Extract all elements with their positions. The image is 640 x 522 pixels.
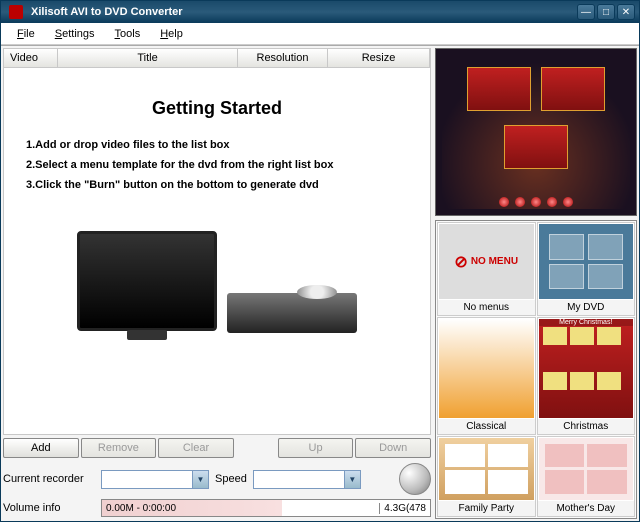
instruction-1: 1.Add or drop video files to the list bo… (26, 139, 408, 151)
remove-button: Remove (81, 438, 157, 458)
template-classical[interactable]: Classical (437, 317, 536, 434)
template-list: NO MENU No menus My DVD Classical Christ… (435, 220, 637, 519)
speed-label: Speed (215, 473, 247, 485)
volume-label: Volume info (3, 502, 95, 514)
preview-thumb (504, 125, 568, 169)
chevron-down-icon: ▼ (344, 471, 360, 488)
instruction-2: 2.Select a menu template for the dvd fro… (26, 159, 408, 171)
preview-pause-icon[interactable] (531, 197, 541, 207)
up-button: Up (278, 438, 354, 458)
chevron-down-icon: ▼ (192, 471, 208, 488)
col-resolution[interactable]: Resolution (238, 49, 328, 67)
preview-thumb (541, 67, 605, 111)
menu-tools[interactable]: Tools (107, 26, 149, 42)
template-no-menus[interactable]: NO MENU No menus (437, 222, 536, 316)
dvd-player-graphic (227, 293, 357, 333)
illustration (26, 211, 408, 351)
menu-preview (435, 48, 637, 216)
menu-settings[interactable]: Settings (47, 26, 103, 42)
menu-help[interactable]: Help (152, 26, 191, 42)
preview-play-icon[interactable] (515, 197, 525, 207)
maximize-button[interactable]: □ (597, 4, 615, 20)
tv-graphic (77, 231, 217, 331)
preview-thumb (467, 67, 531, 111)
menu-file[interactable]: File (9, 26, 43, 42)
close-button[interactable]: ✕ (617, 4, 635, 20)
recorder-label: Current recorder (3, 473, 95, 485)
speed-select[interactable]: ▼ (253, 470, 361, 489)
volume-used: 0.00M - 0:00:00 (102, 503, 180, 514)
template-christmas[interactable]: Christmas (537, 317, 636, 434)
instruction-3: 3.Click the "Burn" button on the bottom … (26, 179, 408, 191)
add-button[interactable]: Add (3, 438, 79, 458)
preview-prev-icon[interactable] (499, 197, 509, 207)
menubar: File Settings Tools Help (1, 23, 639, 45)
burn-button[interactable] (399, 463, 431, 495)
file-list-header: Video Title Resolution Resize (3, 48, 431, 68)
recorder-select[interactable]: ▼ (101, 470, 209, 489)
template-my-dvd[interactable]: My DVD (537, 222, 636, 316)
volume-bar: 0.00M - 0:00:00 4.3G(478 (101, 499, 431, 517)
template-family-party[interactable]: Family Party (437, 436, 536, 517)
app-icon (9, 5, 23, 19)
file-list-area[interactable]: Getting Started 1.Add or drop video file… (3, 68, 431, 435)
col-title[interactable]: Title (58, 49, 238, 67)
preview-next-icon[interactable] (563, 197, 573, 207)
col-resize[interactable]: Resize (328, 49, 430, 67)
window-title: Xilisoft AVI to DVD Converter (27, 6, 577, 18)
template-mothers-day[interactable]: Mother's Day (537, 436, 636, 517)
clear-button: Clear (158, 438, 234, 458)
preview-stop-icon[interactable] (547, 197, 557, 207)
no-menu-icon: NO MENU (439, 224, 534, 299)
minimize-button[interactable]: — (577, 4, 595, 20)
getting-started-heading: Getting Started (26, 98, 408, 119)
volume-capacity: 4.3G(478 (379, 503, 430, 514)
preview-controls (436, 197, 636, 211)
down-button: Down (355, 438, 431, 458)
col-video[interactable]: Video (4, 49, 58, 67)
app-window: Xilisoft AVI to DVD Converter — □ ✕ File… (0, 0, 640, 522)
titlebar: Xilisoft AVI to DVD Converter — □ ✕ (1, 1, 639, 23)
